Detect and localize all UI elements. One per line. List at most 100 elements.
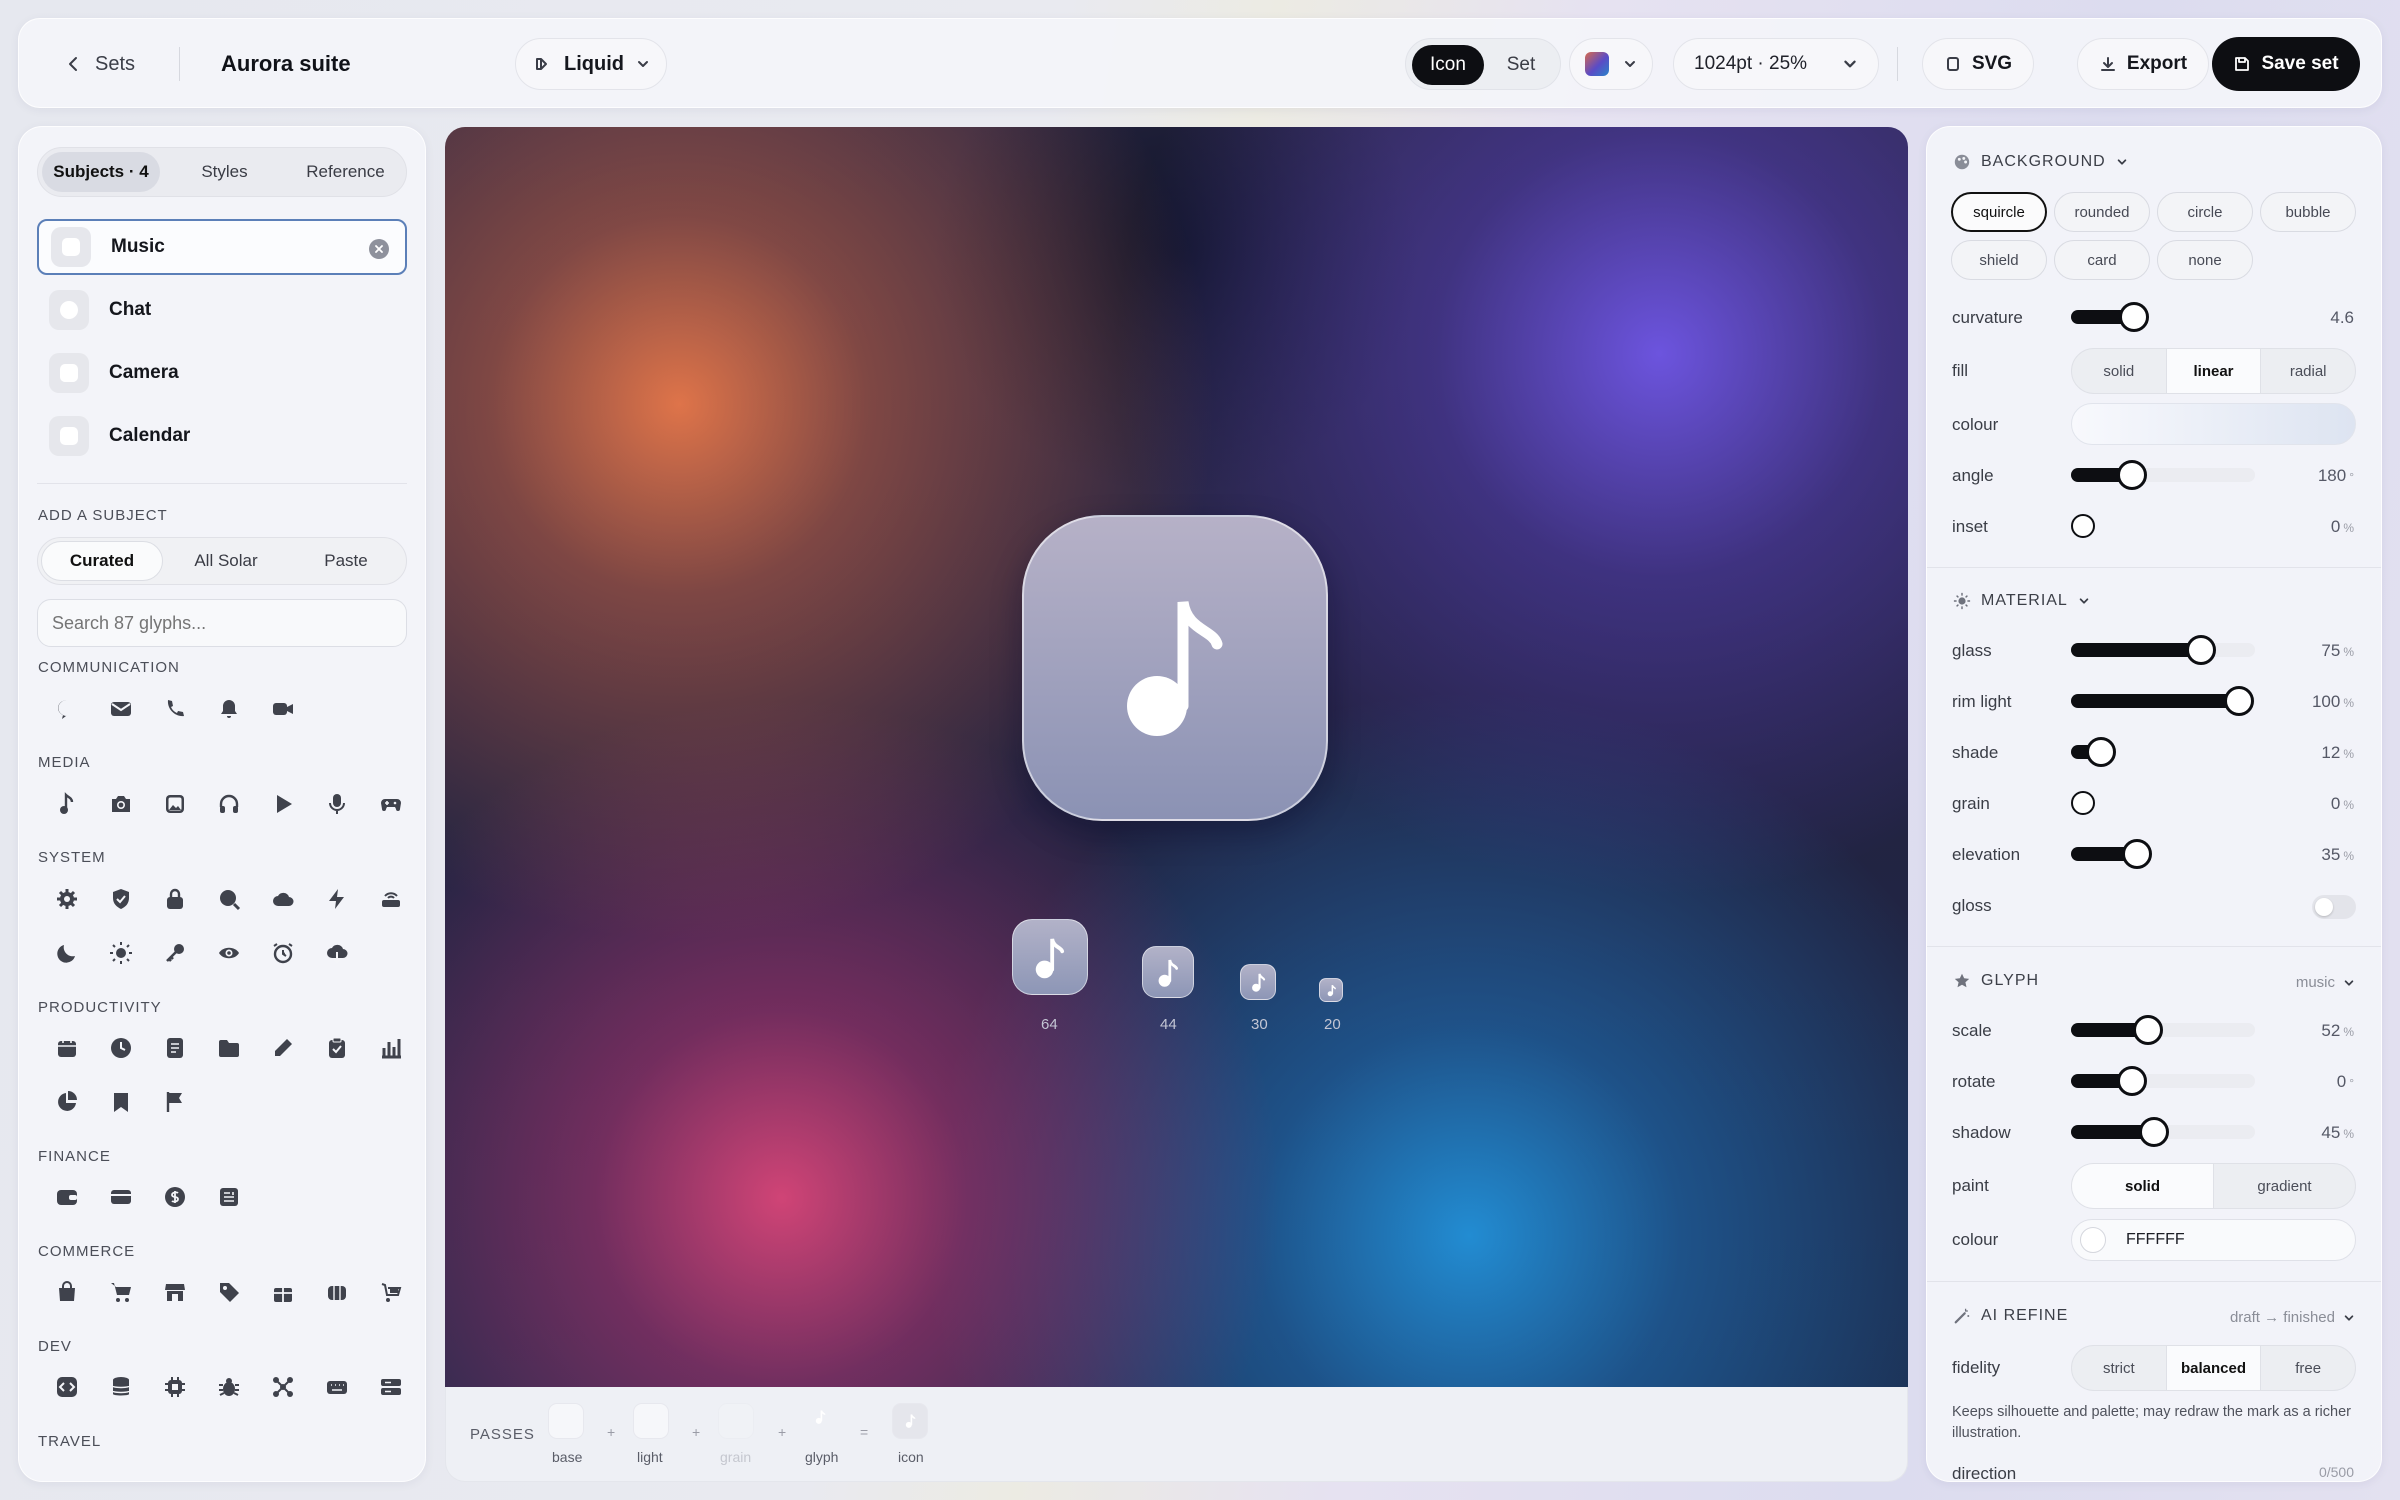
flag-icon[interactable] [161, 1088, 189, 1116]
subject-item-calendar[interactable]: Calendar [37, 408, 407, 464]
angle-slider[interactable] [2071, 460, 2255, 490]
slider-handle[interactable] [2122, 839, 2153, 869]
ai-refine-section-header[interactable]: AI REFINE [1953, 1307, 2078, 1325]
paint-option-gradient[interactable]: gradient [2213, 1164, 2355, 1208]
receipt-icon[interactable] [215, 1183, 243, 1211]
network-icon[interactable] [269, 1373, 297, 1401]
gloss-toggle[interactable] [2312, 895, 2356, 919]
shape-chip-none[interactable]: none [2157, 240, 2253, 280]
preview-canvas[interactable]: 64 44 30 20 [445, 127, 1908, 1387]
rotate-slider[interactable] [2071, 1066, 2255, 1096]
slider-handle[interactable] [2133, 1015, 2164, 1045]
shield-icon[interactable] [107, 885, 135, 913]
shape-chip-squircle[interactable]: squircle [1951, 192, 2047, 232]
rim-light-slider[interactable] [2071, 686, 2255, 716]
fidelity-option-free[interactable]: free [2260, 1346, 2355, 1390]
video-icon[interactable] [269, 695, 297, 723]
slider-handle[interactable] [2071, 791, 2095, 815]
slider-handle[interactable] [2224, 686, 2255, 716]
wallet-icon[interactable] [53, 1183, 81, 1211]
glyph-colour-input[interactable]: FFFFFF [2071, 1219, 2356, 1261]
inset-slider[interactable] [2071, 514, 2255, 538]
glyph-section-header[interactable]: GLYPH [1953, 972, 2049, 990]
cloud-icon[interactable] [269, 885, 297, 913]
bell-icon[interactable] [215, 695, 243, 723]
keyboard-icon[interactable] [323, 1373, 351, 1401]
bag-icon[interactable] [53, 1278, 81, 1306]
tab-set[interactable]: Set [1486, 45, 1556, 85]
slider-handle[interactable] [2138, 1117, 2169, 1147]
server-icon[interactable] [377, 1373, 405, 1401]
shadow-slider[interactable] [2071, 1117, 2255, 1147]
pass-light-thumb[interactable] [633, 1403, 669, 1439]
tab-styles[interactable]: Styles [164, 148, 285, 196]
glyph-search-input[interactable] [37, 599, 407, 647]
clock-icon[interactable] [107, 1034, 135, 1062]
shape-chip-card[interactable]: card [2054, 240, 2150, 280]
fidelity-option-strict[interactable]: strict [2072, 1346, 2166, 1390]
tab-paste[interactable]: Paste [286, 538, 406, 584]
grain-slider[interactable] [2071, 791, 2255, 815]
glass-slider[interactable] [2071, 635, 2255, 665]
tab-reference[interactable]: Reference [285, 148, 406, 196]
bookmark-icon[interactable] [107, 1088, 135, 1116]
bug-icon[interactable] [215, 1373, 243, 1401]
slider-handle[interactable] [2071, 514, 2095, 538]
slider-handle[interactable] [2116, 460, 2147, 490]
microphone-icon[interactable] [323, 790, 351, 818]
tab-icon[interactable]: Icon [1412, 45, 1484, 85]
remove-subject-icon[interactable] [369, 239, 389, 259]
shop-icon[interactable] [161, 1278, 189, 1306]
tag-icon[interactable] [215, 1278, 243, 1306]
music-note-icon[interactable] [53, 790, 81, 818]
moon-icon[interactable] [53, 939, 81, 967]
gradient-colour-swatch[interactable] [2071, 403, 2356, 445]
search-icon[interactable] [215, 885, 243, 913]
eye-icon[interactable] [215, 939, 243, 967]
size-select[interactable]: 1024pt · 25% [1673, 38, 1879, 90]
bar-chart-icon[interactable] [377, 1034, 405, 1062]
code-icon[interactable] [53, 1373, 81, 1401]
chip-icon[interactable] [161, 1373, 189, 1401]
card-icon[interactable] [107, 1183, 135, 1211]
cash-cart-icon[interactable] [377, 1278, 405, 1306]
pass-base-thumb[interactable] [548, 1403, 584, 1439]
shape-chip-bubble[interactable]: bubble [2260, 192, 2356, 232]
document-icon[interactable] [161, 1034, 189, 1062]
scale-slider[interactable] [2071, 1015, 2255, 1045]
pass-glyph-thumb[interactable] [803, 1403, 839, 1439]
pencil-icon[interactable] [269, 1034, 297, 1062]
camera-icon[interactable] [107, 790, 135, 818]
gamepad-icon[interactable] [377, 790, 405, 818]
box-icon[interactable] [323, 1278, 351, 1306]
tab-subjects[interactable]: Subjects · 4 [42, 152, 160, 192]
calendar-icon[interactable] [53, 1034, 81, 1062]
database-icon[interactable] [107, 1373, 135, 1401]
tab-all-solar[interactable]: All Solar [166, 538, 286, 584]
gear-icon[interactable] [53, 885, 81, 913]
style-select[interactable]: Liquid [515, 38, 667, 90]
pass-grain-thumb[interactable] [718, 1403, 754, 1439]
shape-chip-shield[interactable]: shield [1951, 240, 2047, 280]
sun-icon[interactable] [107, 939, 135, 967]
shape-chip-circle[interactable]: circle [2157, 192, 2253, 232]
tab-curated[interactable]: Curated [41, 541, 163, 581]
slider-handle[interactable] [2116, 1066, 2147, 1096]
export-button[interactable]: Export [2077, 38, 2209, 90]
phone-icon[interactable] [161, 695, 189, 723]
subject-item-chat[interactable]: Chat [37, 282, 407, 338]
key-icon[interactable] [161, 939, 189, 967]
play-icon[interactable] [269, 790, 297, 818]
material-section-header[interactable]: MATERIAL [1953, 592, 2090, 610]
save-set-button[interactable]: Save set [2212, 37, 2360, 91]
subject-item-camera[interactable]: Camera [37, 345, 407, 401]
fill-option-radial[interactable]: radial [2260, 349, 2355, 393]
cloud-download-icon[interactable] [323, 939, 351, 967]
shade-slider[interactable] [2071, 737, 2255, 767]
fill-option-solid[interactable]: solid [2072, 349, 2166, 393]
mail-icon[interactable] [107, 695, 135, 723]
fidelity-option-balanced[interactable]: balanced [2165, 1346, 2261, 1390]
svg-button[interactable]: SVG [1922, 38, 2034, 90]
lock-icon[interactable] [161, 885, 189, 913]
paint-option-solid[interactable]: solid [2072, 1164, 2213, 1208]
